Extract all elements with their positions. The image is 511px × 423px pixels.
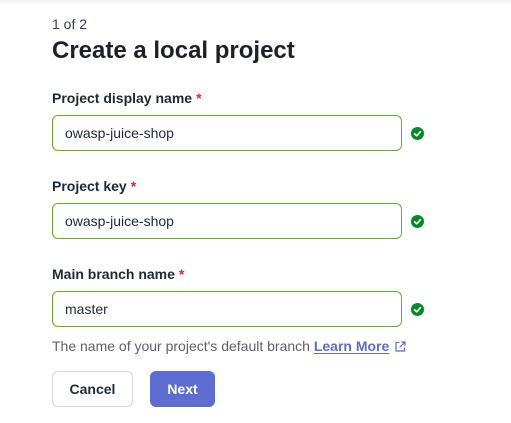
required-asterisk: * bbox=[196, 90, 202, 106]
learn-more-link[interactable]: Learn More bbox=[314, 338, 407, 354]
external-link-icon bbox=[395, 341, 406, 352]
learn-more-label: Learn More bbox=[313, 338, 390, 354]
main-branch-group: Main branch name* The name of your proje… bbox=[52, 265, 492, 355]
display-name-row bbox=[52, 115, 492, 151]
cancel-button[interactable]: Cancel bbox=[52, 371, 133, 407]
main-branch-label-text: Main branch name bbox=[52, 266, 175, 282]
step-indicator: 1 of 2 bbox=[52, 16, 88, 32]
main-branch-row bbox=[52, 291, 492, 327]
main-branch-input[interactable] bbox=[52, 291, 402, 327]
create-project-form: 1 of 2 Create a local project Project di… bbox=[52, 15, 492, 407]
main-branch-label: Main branch name * bbox=[52, 265, 492, 283]
next-button[interactable]: Next bbox=[150, 371, 215, 407]
required-asterisk: * bbox=[130, 178, 137, 194]
display-name-label-text: Project display name bbox=[52, 90, 193, 106]
check-circle-icon bbox=[411, 215, 424, 228]
project-key-group: Project key * bbox=[52, 177, 492, 239]
display-name-label: Project display name * bbox=[52, 89, 492, 107]
project-key-row bbox=[52, 203, 492, 239]
project-key-input[interactable] bbox=[52, 203, 402, 239]
project-display-name-input[interactable] bbox=[52, 115, 402, 151]
page-title: Create a local project bbox=[52, 37, 295, 64]
main-branch-hint-text: The name of your project's default branc… bbox=[52, 338, 310, 354]
required-asterisk: * bbox=[178, 266, 185, 282]
project-key-label: Project key * bbox=[52, 177, 492, 195]
display-name-group: Project display name * bbox=[52, 89, 492, 151]
main-branch-hint: The name of your project's default branc… bbox=[52, 337, 492, 355]
check-circle-icon bbox=[411, 303, 424, 316]
form-actions: Cancel Next bbox=[52, 371, 492, 407]
top-shade bbox=[0, 0, 511, 6]
check-circle-icon bbox=[411, 127, 424, 140]
project-key-label-text: Project key bbox=[52, 178, 127, 194]
